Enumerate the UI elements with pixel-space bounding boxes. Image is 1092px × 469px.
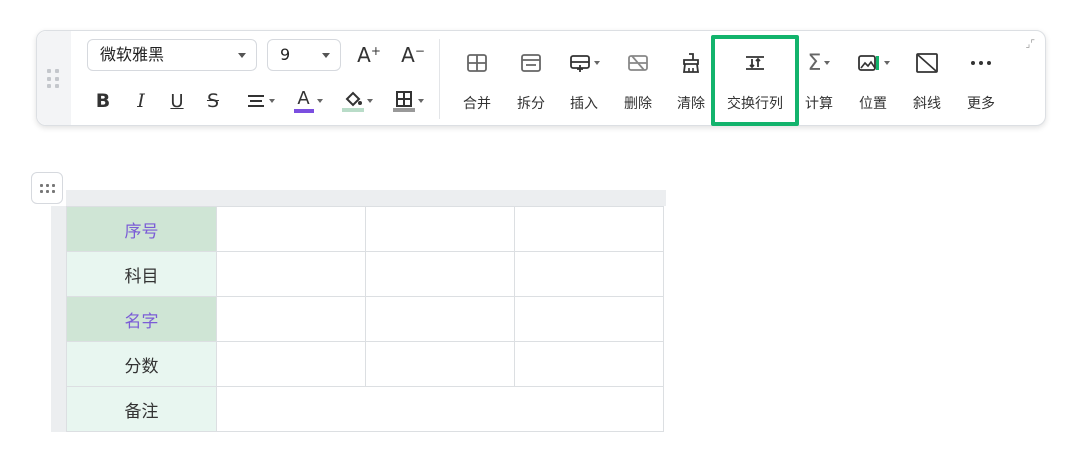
chevron-down-icon: [238, 53, 246, 58]
decrease-font-button[interactable]: A −: [399, 41, 427, 69]
calculate-button[interactable]: Σ 计算: [792, 31, 846, 127]
split-button[interactable]: 拆分: [504, 31, 558, 127]
table-drag-handle[interactable]: [31, 172, 63, 204]
collapse-corner-icon[interactable]: ⌟⌜: [1026, 39, 1035, 50]
italic-button[interactable]: I: [129, 87, 153, 115]
strikethrough-icon: S: [206, 90, 220, 112]
chevron-down-icon: [593, 61, 600, 65]
split-cells-icon: [504, 51, 558, 75]
insert-label: 插入: [570, 96, 598, 112]
table-cell[interactable]: [365, 341, 515, 387]
italic-icon: I: [137, 90, 145, 112]
clear-button[interactable]: 清除: [664, 31, 718, 127]
table-cell[interactable]: [216, 251, 366, 297]
merge-label: 合并: [463, 96, 491, 112]
more-button[interactable]: 更多: [954, 31, 1008, 127]
insert-row-icon: [557, 51, 611, 75]
merge-button[interactable]: 合并: [450, 31, 504, 127]
table-cell[interactable]: [514, 341, 664, 387]
delete-button[interactable]: 删除: [611, 31, 665, 127]
table-cell[interactable]: [514, 206, 664, 252]
border-button[interactable]: [387, 85, 429, 117]
chevron-down-icon: [268, 99, 275, 103]
table-cell[interactable]: [365, 251, 515, 297]
insert-button[interactable]: 插入: [557, 31, 611, 127]
toolbar-divider: [439, 39, 440, 119]
table-cell[interactable]: 科目: [66, 251, 217, 297]
table-row: 名字: [66, 296, 664, 342]
chevron-down-icon: [316, 99, 323, 103]
more-dots-icon: [954, 51, 1008, 75]
column-header-bar[interactable]: [66, 190, 666, 206]
font-size-select[interactable]: 9: [267, 39, 341, 71]
font-family-value: 微软雅黑: [100, 45, 165, 64]
swap-rows-cols-button[interactable]: 交换行列: [718, 31, 792, 127]
table-cell[interactable]: [216, 206, 366, 252]
delete-cells-icon: [611, 51, 665, 75]
fill-color-button[interactable]: [337, 85, 377, 117]
row-header-bar[interactable]: [51, 206, 66, 432]
swap-rows-cols-label: 交换行列: [727, 96, 783, 112]
underline-icon: U: [170, 90, 184, 112]
table-cell[interactable]: 分数: [66, 341, 217, 387]
table-toolbar: 微软雅黑 9 A + A − B I U S A 合并 拆分 插入 删除 清除 …: [36, 30, 1046, 126]
table-cell[interactable]: 备注: [66, 386, 217, 432]
position-label: 位置: [859, 96, 887, 112]
table-row: 序号: [66, 206, 664, 252]
table-cell[interactable]: [216, 341, 366, 387]
font-color-icon: A: [293, 89, 314, 113]
merge-cells-icon: [450, 51, 504, 75]
increase-font-icon: A: [357, 43, 371, 67]
table-cell[interactable]: [514, 251, 664, 297]
brush-clear-icon: [664, 51, 718, 75]
diagonal-button[interactable]: 斜线: [900, 31, 954, 127]
table-cell[interactable]: [365, 206, 515, 252]
chevron-down-icon: [824, 61, 831, 65]
delete-label: 删除: [624, 96, 652, 112]
table-cell[interactable]: [216, 296, 366, 342]
table-row: 分数: [66, 341, 664, 387]
table-cell[interactable]: [365, 296, 515, 342]
table-cell[interactable]: [514, 296, 664, 342]
toolbar-drag-handle[interactable]: [37, 31, 71, 125]
table-row: 科目: [66, 251, 664, 297]
align-center-icon: [247, 95, 264, 107]
table-cell[interactable]: 序号: [66, 206, 217, 252]
more-label: 更多: [967, 96, 995, 112]
merged-table-cell[interactable]: [216, 386, 664, 432]
table-cell[interactable]: 名字: [66, 296, 217, 342]
underline-button[interactable]: U: [165, 87, 189, 115]
chevron-down-icon: [322, 53, 330, 58]
paint-bucket-icon: [341, 90, 364, 112]
font-family-select[interactable]: 微软雅黑: [87, 39, 257, 71]
increase-font-button[interactable]: A +: [355, 41, 383, 69]
diagonal-line-icon: [900, 51, 954, 75]
bold-button[interactable]: B: [91, 87, 115, 115]
calculate-label: 计算: [805, 96, 833, 112]
bold-icon: B: [95, 90, 111, 112]
chevron-down-icon: [366, 99, 373, 103]
align-button[interactable]: [241, 87, 279, 115]
position-button[interactable]: 位置: [846, 31, 900, 127]
image-position-icon: [846, 51, 900, 75]
drag-dots-icon: [47, 69, 59, 89]
font-size-value: 9: [280, 45, 291, 64]
swap-rows-cols-icon: [718, 51, 792, 75]
chevron-down-icon: [417, 99, 424, 103]
chevron-down-icon: [883, 61, 890, 65]
sigma-icon: Σ: [792, 51, 846, 76]
split-label: 拆分: [517, 96, 545, 112]
diagonal-label: 斜线: [913, 96, 941, 112]
table-row: 备注: [66, 386, 664, 432]
strikethrough-button[interactable]: S: [201, 87, 225, 115]
font-color-button[interactable]: A: [289, 85, 327, 117]
decrease-font-icon: A: [401, 43, 415, 67]
border-icon: [392, 90, 415, 112]
data-table: 序号 科目 名字 分数 备注: [66, 206, 664, 432]
clear-label: 清除: [677, 96, 705, 112]
